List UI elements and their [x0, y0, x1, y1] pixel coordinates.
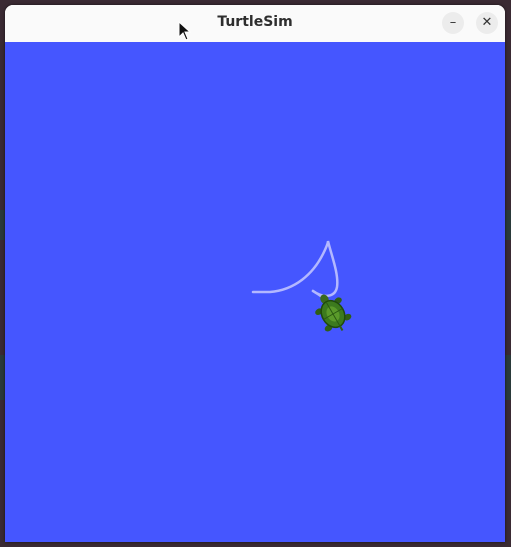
turtlesim-window: TurtleSim – ✕ [5, 5, 505, 542]
minimize-icon: – [449, 15, 457, 30]
turtle-canvas [5, 42, 505, 542]
close-icon: ✕ [481, 15, 493, 30]
title-bar[interactable]: TurtleSim – ✕ [5, 5, 505, 43]
window-title: TurtleSim [217, 14, 293, 30]
mouse-pointer-icon [178, 20, 192, 45]
close-button[interactable]: ✕ [476, 12, 498, 34]
pen-trail [251, 240, 339, 297]
minimize-button[interactable]: – [442, 12, 464, 34]
drawing-surface [251, 240, 352, 332]
